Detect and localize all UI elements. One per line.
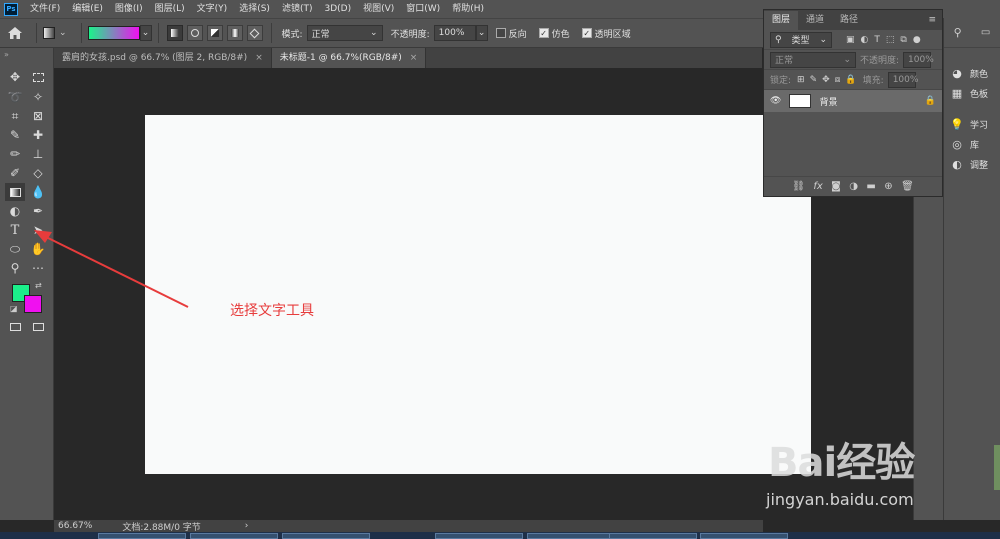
type-filter-icon[interactable]: T [874, 35, 880, 45]
panel-label: 颜色 [970, 69, 989, 80]
layer-opacity-input[interactable]: 100% [903, 51, 934, 68]
eye-visibility-icon[interactable]: 👁 [770, 96, 781, 106]
taskbar-button[interactable] [98, 533, 186, 539]
doc-info: 文档:2.88M/0 字节 [122, 522, 201, 533]
layer-row-background[interactable]: 👁 背景 🔒 [764, 90, 942, 112]
layers-panel-tabs: 图层 通道 路径 ≡ [764, 10, 942, 30]
panel-label: 色板 [970, 89, 989, 100]
lock-artboard-icon[interactable]: ⧈ [835, 75, 841, 85]
panel-adjustments[interactable]: ◐ 调整 [950, 157, 988, 171]
add-mask-icon[interactable]: ◙ [831, 181, 841, 192]
new-adjustment-layer-icon[interactable]: ◑ [849, 181, 858, 192]
status-menu-arrow-icon[interactable]: › [241, 521, 253, 531]
fill-value: 100% [892, 74, 919, 85]
baidu-jingyan-watermark: Bai经验 jingyan.baidu.com [760, 430, 950, 520]
taskbar-button[interactable] [609, 533, 697, 539]
blend-mode-select[interactable]: 正常 ⌄ [770, 51, 856, 68]
swatches-icon: ▦ [951, 86, 963, 100]
delete-layer-icon[interactable]: 🗑 [901, 181, 914, 192]
new-group-icon[interactable]: ▬ [866, 181, 875, 192]
smart-object-filter-icon[interactable]: ⧉ [900, 35, 906, 45]
panel-libraries[interactable]: ◎ 库 [950, 137, 979, 151]
opacity-label: 不透明度: [860, 56, 900, 66]
side-widget[interactable] [994, 445, 1000, 490]
learn-icon: 💡 [950, 117, 964, 131]
status-bar: 66.67% 文档:2.88M/0 字节 › [54, 520, 763, 533]
shape-filter-icon[interactable]: ⬚ [886, 35, 895, 45]
tab-paths[interactable]: 路径 [832, 11, 866, 30]
search-icon[interactable]: ⚲ [954, 26, 962, 39]
lock-fill-row: 锁定: ⊞ ✎ ✥ ⧈ 🔒 填充: 100% [764, 70, 942, 90]
taskbar-button[interactable] [435, 533, 523, 539]
collapsed-panels-strip: ⚲ ▭ ◕ 颜色 ▦ 色板 💡 学习 ◎ 库 ◐ 调整 [943, 18, 1000, 520]
annotation-text: 选择文字工具 [230, 303, 314, 319]
pixel-filter-icon[interactable]: ▣ [846, 35, 855, 45]
lock-image-icon[interactable]: ✎ [810, 75, 818, 85]
blend-opacity-row: 正常 ⌄ 不透明度: 100% [764, 50, 942, 70]
fill-label: 填充: [862, 76, 884, 86]
blend-mode-value: 正常 [775, 56, 794, 66]
lock-all-icon[interactable]: 🔒 [845, 75, 856, 85]
color-icon: ◕ [952, 66, 962, 80]
workspace-icon[interactable]: ▭ [981, 27, 990, 38]
panel-label: 学习 [970, 120, 989, 131]
layers-panel: 图层 通道 路径 ≡ ⚲ 类型 ⌄ ▣ ◐ T ⬚ ⧉ ● 正常 ⌄ 不透明度:… [763, 9, 943, 197]
taskbar-button[interactable] [700, 533, 788, 539]
tab-channels[interactable]: 通道 [798, 11, 832, 30]
taskbar-button[interactable] [190, 533, 278, 539]
lock-transparent-icon[interactable]: ⊞ [797, 75, 805, 85]
windows-taskbar [0, 532, 1000, 539]
watermark-logo: Bai经验 [768, 440, 915, 486]
new-layer-icon[interactable]: ⊕ [884, 181, 892, 192]
chevron-down-icon: ⌄ [819, 34, 827, 45]
watermark-url: jingyan.baidu.com [766, 490, 914, 509]
lock-icon: 🔒 [924, 96, 936, 106]
lock-label: 锁定: [770, 76, 792, 86]
layer-name: 背景 [819, 97, 838, 108]
layer-kind-filter[interactable]: ⚲ 类型 ⌄ [770, 31, 832, 48]
taskbar-button[interactable] [527, 533, 615, 539]
panel-learn[interactable]: 💡 学习 [950, 117, 988, 131]
tab-layers[interactable]: 图层 [764, 11, 799, 30]
link-layers-icon[interactable]: ⛓ [792, 181, 805, 192]
panel-label: 库 [970, 140, 980, 151]
taskbar-button[interactable] [282, 533, 370, 539]
adjustments-icon: ◐ [952, 157, 962, 171]
layer-style-fx-icon[interactable]: fx [813, 181, 822, 192]
panel-swatches[interactable]: ▦ 色板 [950, 86, 988, 100]
filter-toggle-icon[interactable]: ● [913, 35, 921, 45]
zoom-level[interactable]: 66.67% [54, 521, 96, 531]
layer-filter-row: ⚲ 类型 ⌄ ▣ ◐ T ⬚ ⧉ ● [764, 30, 942, 50]
fill-input[interactable]: 100% [887, 71, 919, 88]
kind-label: 类型 [791, 36, 810, 46]
search-icon: ⚲ [775, 34, 782, 45]
panel-label: 调整 [970, 160, 989, 171]
layers-panel-footer: ⛓ fx ◙ ◑ ▬ ⊕ 🗑 [764, 176, 942, 196]
panel-color[interactable]: ◕ 颜色 [950, 66, 988, 80]
right-strip-header: ⚲ ▭ [944, 18, 1000, 48]
layer-thumbnail [789, 94, 812, 108]
chevron-down-icon: ⌄ [843, 54, 851, 65]
panel-menu-icon[interactable]: ≡ [922, 11, 942, 30]
libraries-icon: ◎ [952, 137, 962, 151]
lock-position-icon[interactable]: ✥ [822, 75, 830, 85]
layer-opacity-value: 100% [908, 54, 934, 65]
adjustment-filter-icon[interactable]: ◐ [861, 35, 869, 45]
